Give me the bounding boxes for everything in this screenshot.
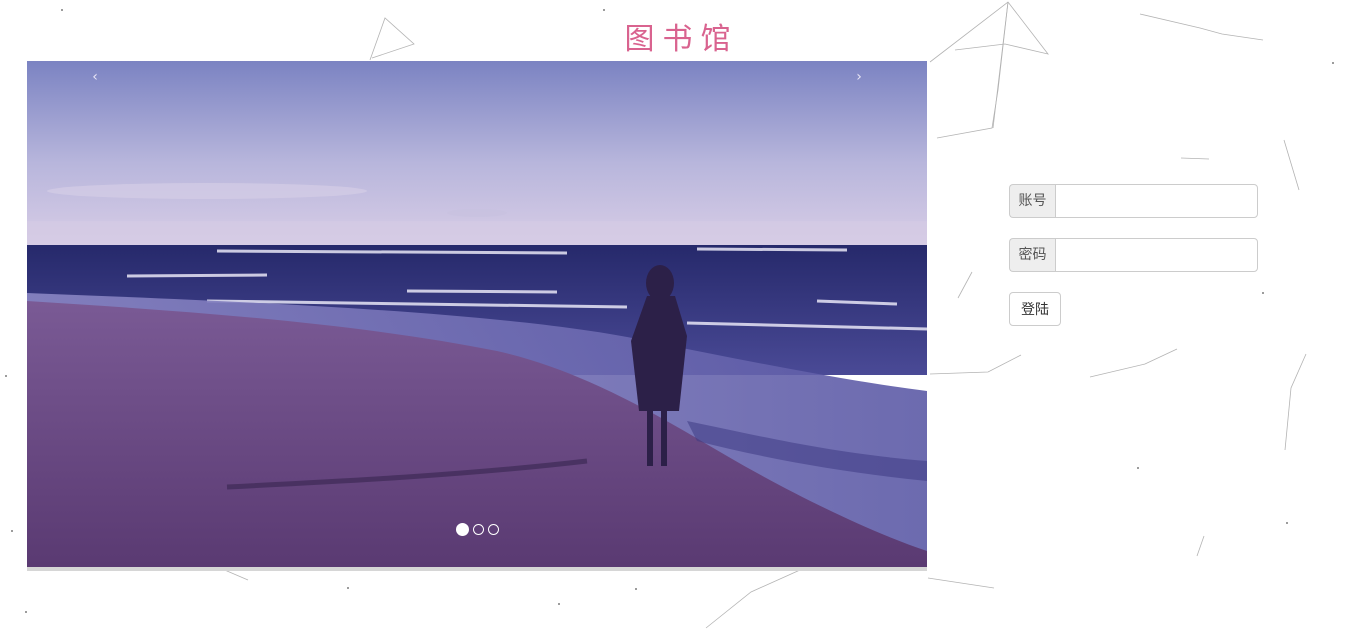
carousel-indicator-2[interactable]	[472, 524, 484, 535]
carousel-indicator-1[interactable]	[455, 523, 469, 536]
password-input[interactable]	[1055, 238, 1258, 272]
login-form: 账号 密码 登陆	[1009, 184, 1258, 326]
account-input-group: 账号	[1009, 184, 1258, 218]
login-button[interactable]: 登陆	[1009, 292, 1061, 326]
carousel-indicators	[27, 523, 927, 536]
page-title: 图书馆	[624, 22, 739, 57]
account-label: 账号	[1009, 184, 1055, 218]
image-carousel[interactable]: ‹ ›	[27, 61, 927, 567]
password-label: 密码	[1009, 238, 1055, 272]
account-input[interactable]	[1055, 184, 1258, 218]
carousel-prev-button[interactable]: ‹	[83, 65, 107, 89]
carousel-slide-beach-photo	[27, 61, 927, 567]
password-input-group: 密码	[1009, 238, 1258, 272]
carousel-indicator-3[interactable]	[487, 524, 499, 535]
carousel-next-button[interactable]: ›	[847, 65, 871, 89]
